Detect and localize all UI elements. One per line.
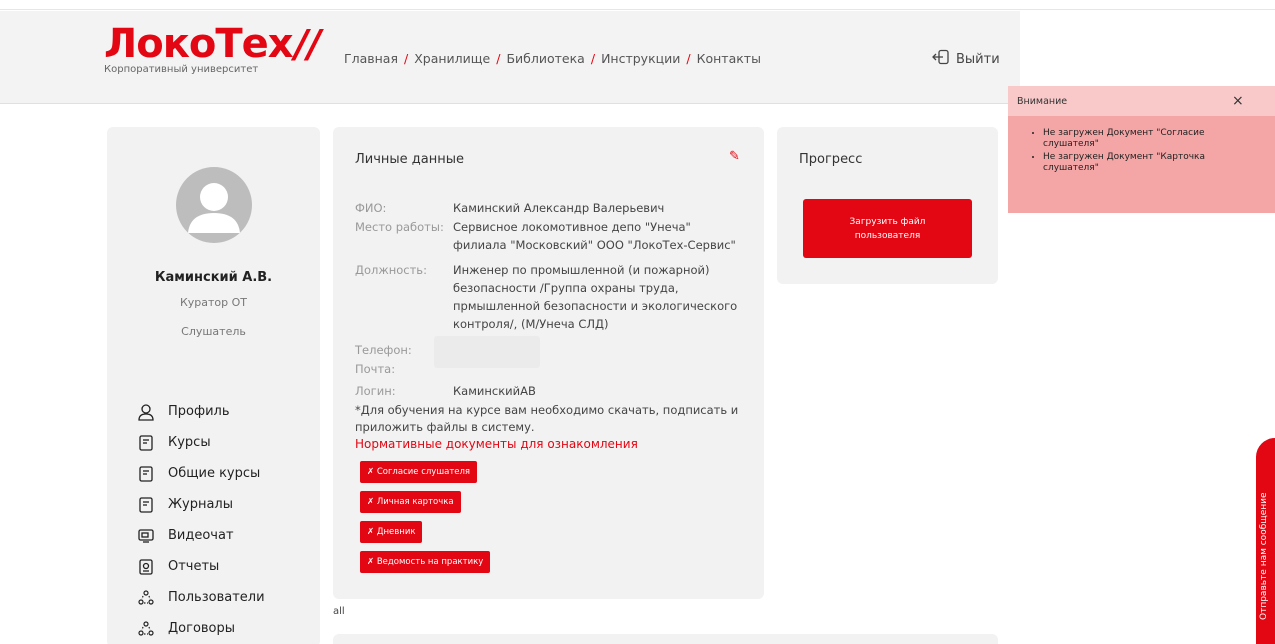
avatar-icon bbox=[188, 183, 240, 233]
upload-button-label: Загрузить файл пользователя bbox=[849, 216, 926, 241]
logout-label: Выйти bbox=[956, 51, 1000, 67]
sidebar-item-label: Профиль bbox=[168, 404, 230, 419]
users-icon bbox=[137, 620, 155, 638]
login-value: КаминскийАВ bbox=[453, 384, 536, 398]
alert-item: Не загружен Документ "Согласие слушателя… bbox=[1043, 128, 1261, 150]
edit-icon[interactable]: ✎ bbox=[729, 149, 740, 164]
sidebar-item-reports[interactable]: Отчеты bbox=[137, 551, 265, 582]
fio-value: Каминский Александр Валерьевич bbox=[453, 201, 665, 215]
alert-item: Не загружен Документ "Карточка слушателя… bbox=[1043, 152, 1261, 174]
sidebar-item-courses[interactable]: Курсы bbox=[137, 427, 265, 458]
fio-label: ФИО: bbox=[355, 201, 387, 215]
main-nav: Главная / Хранилище / Библиотека / Инструкции /… bbox=[344, 51, 761, 66]
upload-note: *Для обучения на курсе вам необходимо ск… bbox=[355, 403, 739, 434]
logo-text: ЛокоТех bbox=[104, 21, 294, 67]
nav-contacts[interactable]: Контакты bbox=[697, 51, 761, 66]
user-name: Каминский А.В. bbox=[154, 270, 273, 285]
user-icon bbox=[137, 403, 155, 421]
sidebar-menu: Профиль Курсы Общие курсы Журналы Видеоч… bbox=[137, 396, 265, 644]
doc-practice-sheet-button[interactable]: ✗ Ведомость на практику bbox=[360, 551, 491, 573]
book-icon bbox=[137, 496, 155, 514]
chat-widget-label: Отправьте нам сообщение bbox=[1259, 492, 1269, 620]
all-text: all bbox=[333, 606, 345, 617]
close-icon[interactable]: × bbox=[1232, 93, 1244, 109]
sidebar-item-label: Видеочат bbox=[168, 528, 234, 543]
nav-instructions[interactable]: Инструкции bbox=[601, 51, 680, 66]
users-icon bbox=[137, 589, 155, 607]
report-icon bbox=[137, 558, 155, 576]
sidebar-item-contracts[interactable]: Договоры bbox=[137, 613, 265, 644]
progress-title: Прогресс bbox=[799, 152, 863, 167]
book-icon bbox=[137, 434, 155, 452]
phone-label: Телефон: bbox=[355, 343, 412, 357]
personal-data-title: Личные данные bbox=[355, 152, 465, 167]
normative-docs-link[interactable]: Нормативные документы для ознакомления bbox=[355, 437, 638, 451]
avatar bbox=[176, 167, 252, 243]
sidebar-item-profile[interactable]: Профиль bbox=[137, 396, 265, 427]
email-label: Почта: bbox=[355, 362, 396, 376]
sidebar-item-label: Журналы bbox=[168, 497, 233, 512]
work-label: Место работы: bbox=[355, 220, 444, 234]
doc-diary-button[interactable]: ✗ Дневник bbox=[360, 521, 423, 543]
nav-separator: / bbox=[686, 51, 691, 66]
user-role: Слушатель bbox=[181, 325, 246, 338]
hidden-contact-value bbox=[434, 336, 540, 368]
sidebar-item-label: Отчеты bbox=[168, 559, 220, 574]
nav-home[interactable]: Главная bbox=[344, 51, 398, 66]
sidebar-item-label: Пользователи bbox=[168, 590, 265, 605]
nav-library[interactable]: Библиотека bbox=[506, 51, 584, 66]
sidebar-item-general-courses[interactable]: Общие курсы bbox=[137, 458, 265, 489]
position-value: Инженер по промышленной (и пожарной) без… bbox=[453, 263, 738, 331]
logo[interactable]: ЛокоТех// Корпоративный университет bbox=[104, 21, 322, 75]
upload-file-button[interactable]: Загрузить файл пользователя bbox=[803, 199, 972, 258]
alert-title: Внимание bbox=[1017, 96, 1068, 107]
nav-separator: / bbox=[590, 51, 596, 66]
book-icon bbox=[137, 465, 155, 483]
doc-consent-button[interactable]: ✗ Согласие слушателя bbox=[360, 461, 478, 483]
logout-icon bbox=[932, 49, 950, 69]
nav-separator: / bbox=[404, 51, 409, 66]
user-role: Куратор ОТ bbox=[179, 296, 248, 309]
sidebar-item-label: Договоры bbox=[168, 621, 236, 636]
top-strip bbox=[0, 0, 1275, 10]
bottom-card bbox=[333, 634, 998, 644]
login-label: Логин: bbox=[355, 384, 396, 398]
sidebar-item-label: Общие курсы bbox=[168, 466, 261, 481]
alert-list: Не загружен Документ "Согласие слушателя… bbox=[1031, 128, 1261, 176]
sidebar-item-label: Курсы bbox=[168, 435, 211, 450]
logo-slash: // bbox=[294, 22, 322, 66]
doc-personal-card-button[interactable]: ✗ Личная карточка bbox=[360, 491, 461, 513]
sidebar-item-users[interactable]: Пользователи bbox=[137, 582, 265, 613]
nav-separator: / bbox=[496, 51, 501, 66]
logout-button[interactable]: Выйти bbox=[932, 49, 1000, 69]
nav-storage[interactable]: Хранилище bbox=[414, 51, 490, 66]
sidebar-item-video-chat[interactable]: Видеочат bbox=[137, 520, 265, 551]
position-label: Должность: bbox=[355, 263, 427, 277]
sidebar-item-journals[interactable]: Журналы bbox=[137, 489, 265, 520]
video-chat-icon bbox=[137, 527, 155, 545]
work-value: Сервисное локомотивное депо "Унеча" фили… bbox=[453, 220, 736, 252]
